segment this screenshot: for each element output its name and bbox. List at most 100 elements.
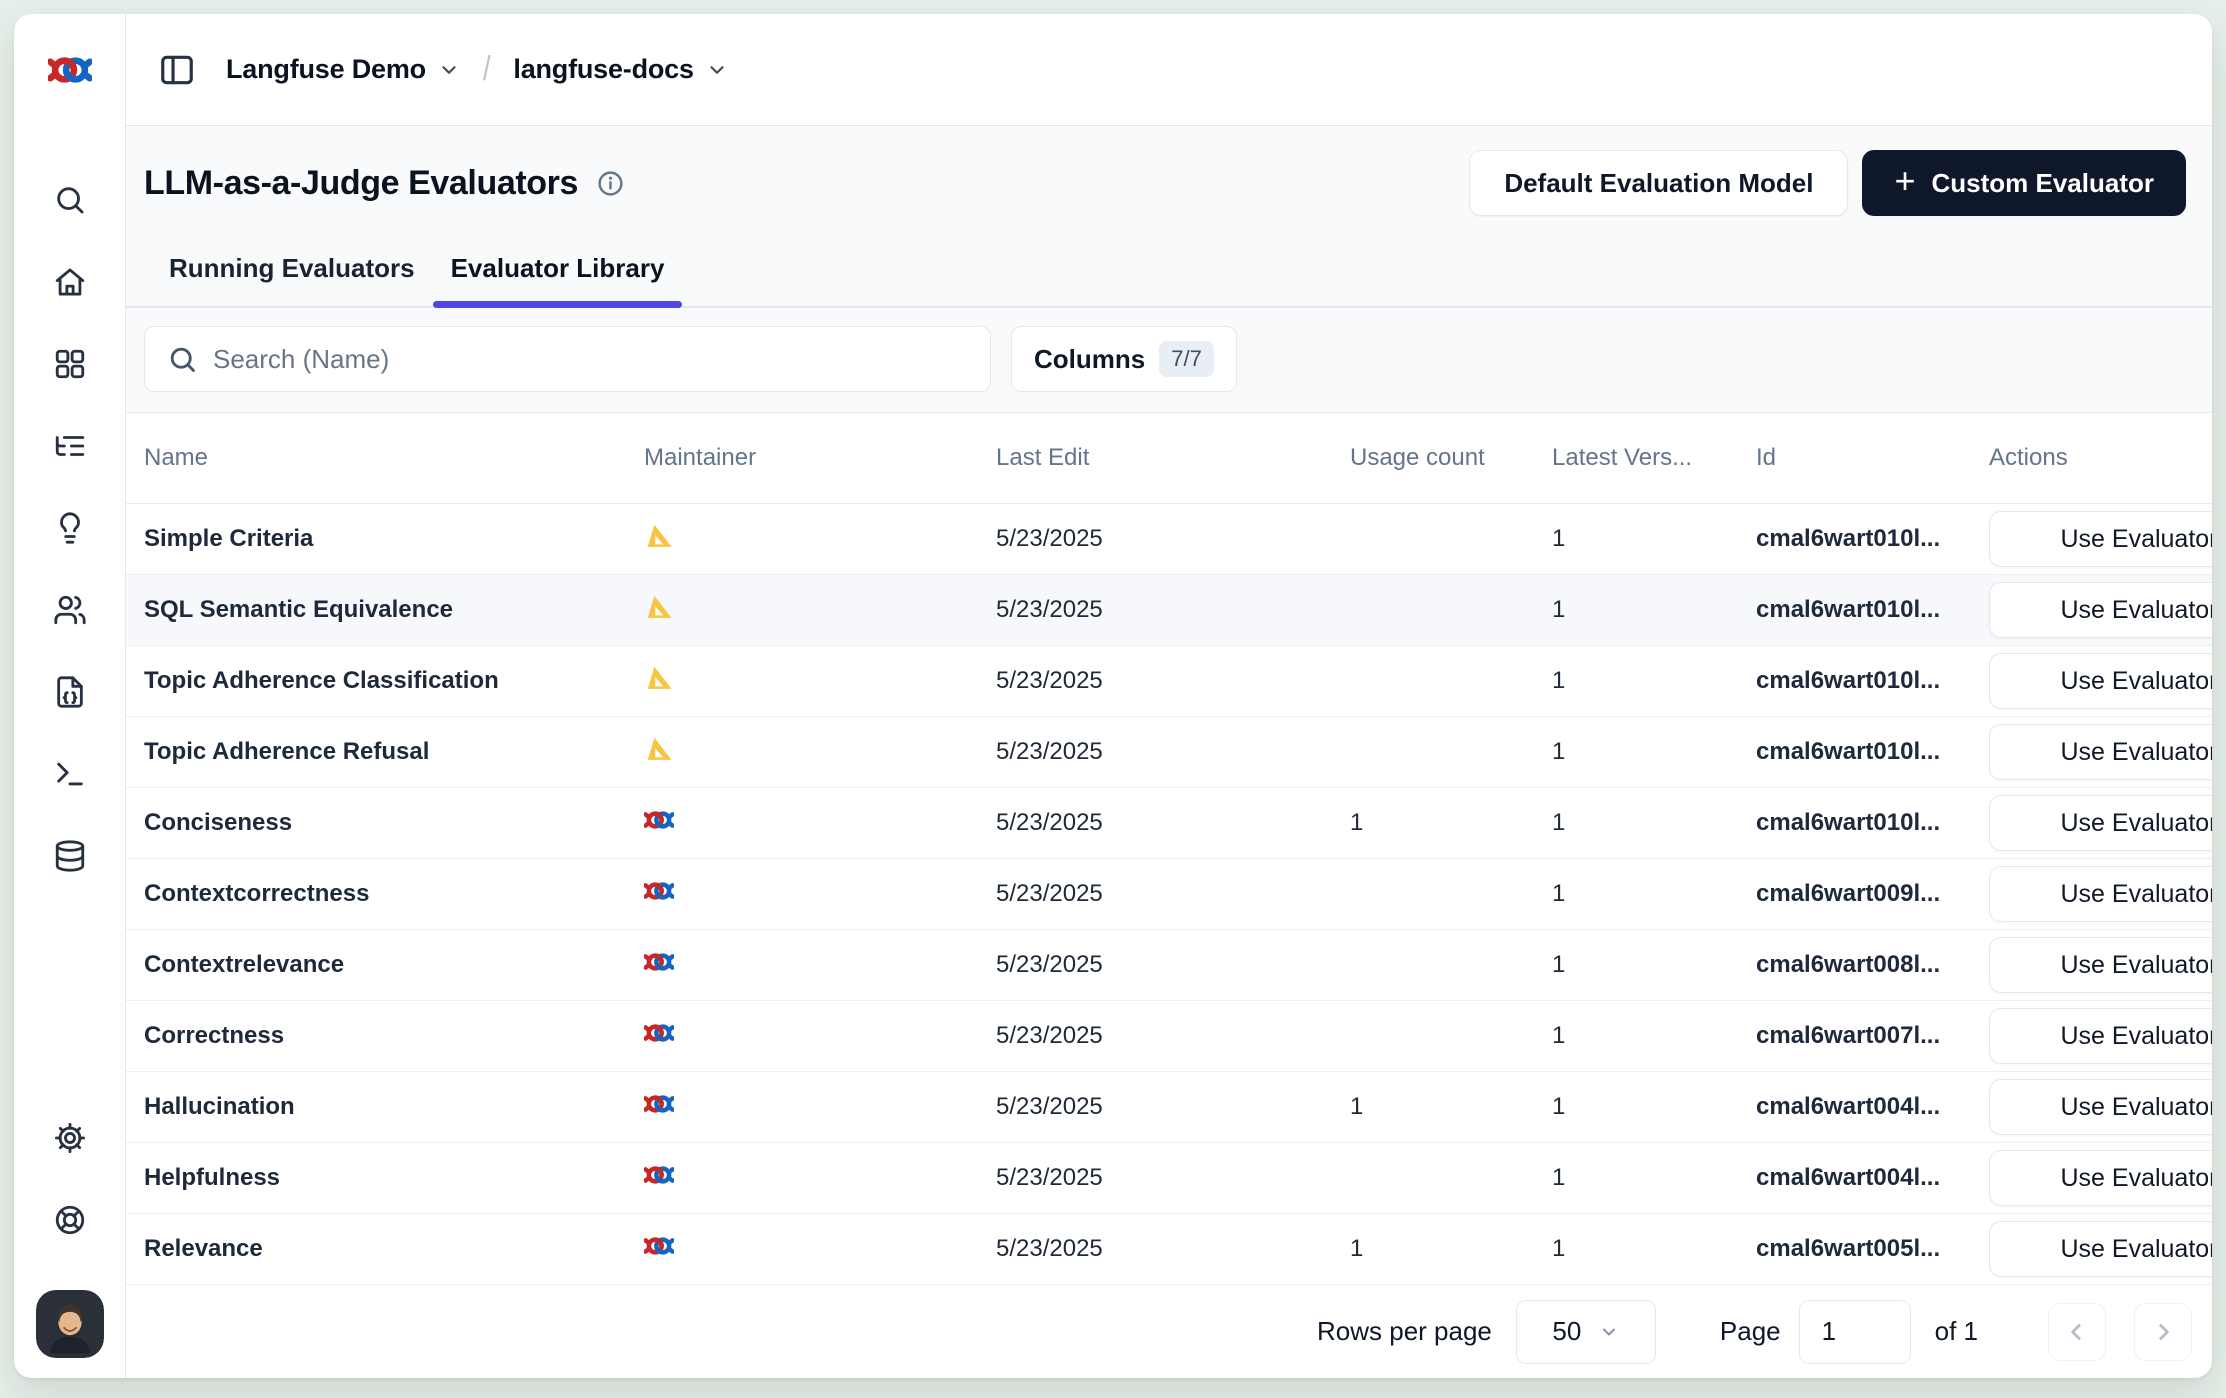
table-row: Relevance 5/23/2025 1 1 cmal6wart005l...… (126, 1214, 2212, 1285)
column-header-last-edit: Last Edit (996, 444, 1350, 472)
knot-icon (644, 805, 674, 835)
page-input[interactable] (1799, 1300, 1911, 1364)
table-row: Contextcorrectness 5/23/2025 1 cmal6wart… (126, 859, 2212, 930)
search-icon[interactable] (52, 182, 88, 218)
table-row: Topic Adherence Refusal 5/23/2025 1 cmal… (126, 717, 2212, 788)
triangle-ruler-icon (644, 521, 674, 551)
use-evaluator-button[interactable]: Use Evaluator (1989, 1008, 2212, 1064)
column-header-name: Name (144, 444, 644, 472)
tab-running-evaluators[interactable]: Running Evaluators (151, 252, 433, 306)
evaluator-name: Simple Criteria (144, 525, 644, 553)
table-row: Contextrelevance 5/23/2025 1 cmal6wart00… (126, 930, 2212, 1001)
last-edit-cell: 5/23/2025 (996, 1235, 1350, 1263)
topbar: Langfuse Demo / langfuse-docs (126, 14, 2212, 126)
evaluator-name: Topic Adherence Classification (144, 667, 644, 695)
search-icon (167, 344, 198, 375)
evaluator-name: Contextcorrectness (144, 880, 644, 908)
project-name: langfuse-docs (513, 54, 693, 85)
use-evaluator-button[interactable]: Use Evaluator (1989, 1079, 2212, 1135)
use-evaluator-button[interactable]: Use Evaluator (1989, 937, 2212, 993)
table-body: Simple Criteria 5/23/2025 1 cmal6wart010… (126, 504, 2212, 1285)
plus-icon: + (1894, 163, 1915, 199)
table-row: Simple Criteria 5/23/2025 1 cmal6wart010… (126, 504, 2212, 575)
chevron-down-icon (706, 59, 728, 81)
actions-cell: Use Evaluator (1989, 582, 2212, 638)
id-cell: cmal6wart010l... (1756, 667, 1989, 695)
use-evaluator-button[interactable]: Use Evaluator (1989, 582, 2212, 638)
use-evaluator-button[interactable]: Use Evaluator (1989, 653, 2212, 709)
table-row: SQL Semantic Equivalence 5/23/2025 1 cma… (126, 575, 2212, 646)
evaluator-name: Correctness (144, 1022, 644, 1050)
last-edit-cell: 5/23/2025 (996, 1164, 1350, 1192)
info-icon[interactable] (596, 169, 625, 198)
latest-version-cell: 1 (1552, 880, 1756, 908)
table-row: Hallucination 5/23/2025 1 1 cmal6wart004… (126, 1072, 2212, 1143)
settings-gear-icon[interactable] (52, 1120, 88, 1156)
file-code-icon[interactable] (52, 674, 88, 710)
evaluators-table: Name Maintainer Last Edit Usage count La… (126, 413, 2212, 1285)
latest-version-cell: 1 (1552, 1022, 1756, 1050)
org-name: Langfuse Demo (226, 54, 426, 85)
breadcrumb-separator: / (483, 50, 491, 89)
users-icon[interactable] (52, 592, 88, 628)
use-evaluator-button[interactable]: Use Evaluator (1989, 1150, 2212, 1206)
pagination-bar: Rows per page 50 Page of 1 (126, 1285, 2212, 1378)
use-evaluator-button[interactable]: Use Evaluator (1989, 795, 2212, 851)
actions-cell: Use Evaluator (1989, 937, 2212, 993)
page-total-label: of 1 (1935, 1316, 1978, 1347)
last-edit-cell: 5/23/2025 (996, 525, 1350, 553)
table-row: Conciseness 5/23/2025 1 1 cmal6wart010l.… (126, 788, 2212, 859)
user-avatar[interactable] (36, 1290, 104, 1358)
latest-version-cell: 1 (1552, 809, 1756, 837)
dashboard-grid-icon[interactable] (52, 346, 88, 382)
triangle-ruler-icon (644, 663, 674, 693)
id-cell: cmal6wart010l... (1756, 738, 1989, 766)
rows-per-page-select[interactable]: 50 (1516, 1300, 1656, 1364)
home-icon[interactable] (52, 264, 88, 300)
maintainer-cell (644, 1089, 996, 1126)
search-input[interactable] (211, 343, 990, 376)
sidebar-bottom (36, 1120, 104, 1358)
maintainer-cell (644, 1231, 996, 1268)
knot-icon (644, 1018, 674, 1048)
maintainer-cell (644, 805, 996, 842)
project-switcher[interactable]: langfuse-docs (513, 54, 727, 85)
org-switcher[interactable]: Langfuse Demo (226, 54, 460, 85)
custom-evaluator-button[interactable]: + Custom Evaluator (1862, 150, 2186, 216)
maintainer-cell (644, 663, 996, 700)
last-edit-cell: 5/23/2025 (996, 667, 1350, 695)
lightbulb-icon[interactable] (52, 510, 88, 546)
actions-cell: Use Evaluator (1989, 1221, 2212, 1277)
default-evaluation-model-button[interactable]: Default Evaluation Model (1469, 150, 1848, 216)
knot-icon (644, 947, 674, 977)
use-evaluator-button[interactable]: Use Evaluator (1989, 866, 2212, 922)
evaluator-name: SQL Semantic Equivalence (144, 596, 644, 624)
terminal-icon[interactable] (52, 756, 88, 792)
table-header-row: Name Maintainer Last Edit Usage count La… (126, 413, 2212, 504)
actions-cell: Use Evaluator (1989, 1079, 2212, 1135)
maintainer-cell (644, 1160, 996, 1197)
support-lifebuoy-icon[interactable] (52, 1202, 88, 1238)
id-cell: cmal6wart009l... (1756, 880, 1989, 908)
prev-page-button[interactable] (2048, 1303, 2106, 1361)
sidebar-toggle-icon[interactable] (158, 51, 196, 89)
use-evaluator-button[interactable]: Use Evaluator (1989, 511, 2212, 567)
use-evaluator-button[interactable]: Use Evaluator (1989, 1221, 2212, 1277)
database-icon[interactable] (52, 838, 88, 874)
latest-version-cell: 1 (1552, 951, 1756, 979)
table-row: Topic Adherence Classification 5/23/2025… (126, 646, 2212, 717)
tab-evaluator-library[interactable]: Evaluator Library (433, 252, 683, 306)
latest-version-cell: 1 (1552, 1093, 1756, 1121)
screen: Langfuse Demo / langfuse-docs LLM-as-a-J… (0, 0, 2226, 1398)
next-page-button[interactable] (2134, 1303, 2192, 1361)
tracing-list-tree-icon[interactable] (52, 428, 88, 464)
actions-cell: Use Evaluator (1989, 1008, 2212, 1064)
knot-icon (644, 1160, 674, 1190)
knot-icon (644, 876, 674, 906)
latest-version-cell: 1 (1552, 738, 1756, 766)
chevron-left-icon (2064, 1319, 2090, 1345)
use-evaluator-button[interactable]: Use Evaluator (1989, 724, 2212, 780)
last-edit-cell: 5/23/2025 (996, 951, 1350, 979)
columns-button[interactable]: Columns 7/7 (1011, 326, 1237, 392)
id-cell: cmal6wart010l... (1756, 596, 1989, 624)
